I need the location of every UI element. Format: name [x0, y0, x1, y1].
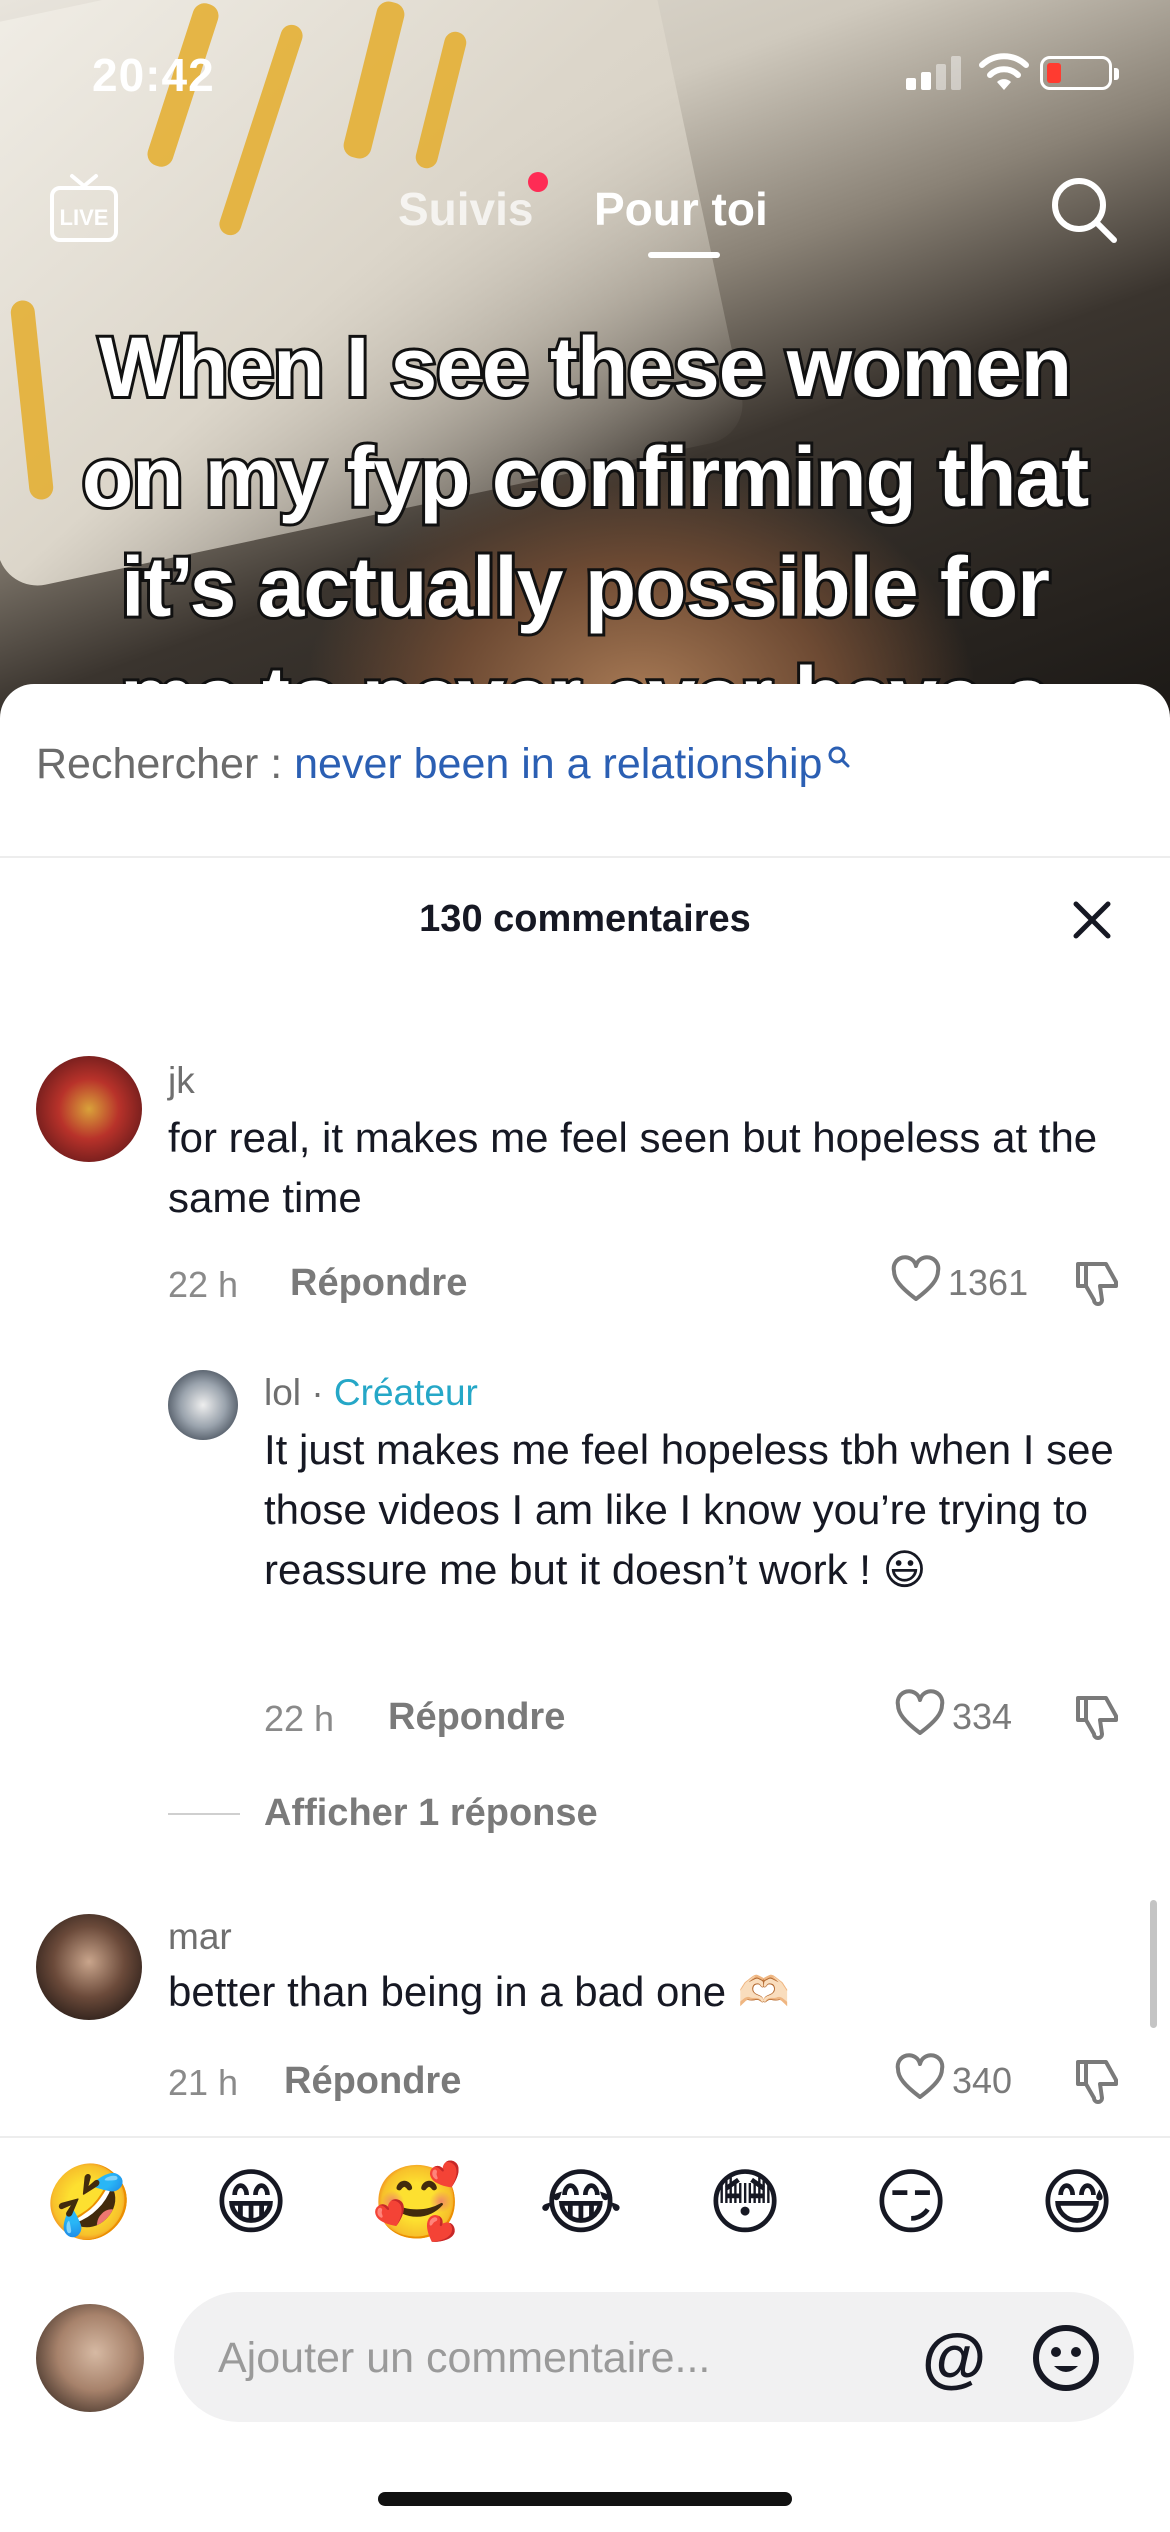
- live-label: LIVE: [60, 205, 109, 230]
- search-query[interactable]: never been in a relationship: [294, 740, 822, 788]
- comment-username[interactable]: jk: [168, 1060, 195, 1102]
- reply-button[interactable]: Répondre: [284, 2060, 461, 2103]
- close-icon[interactable]: [1068, 896, 1116, 944]
- home-indicator[interactable]: [378, 2492, 792, 2506]
- battery-icon: [1040, 56, 1119, 90]
- notification-dot: [528, 172, 548, 192]
- search-small-icon: [828, 746, 850, 768]
- dislike-icon[interactable]: [1070, 1688, 1124, 1742]
- show-replies-button[interactable]: Afficher 1 réponse: [168, 1792, 598, 1835]
- comment-input-row: Ajouter un commentaire... @: [0, 2292, 1170, 2442]
- like-button[interactable]: 1361: [890, 1254, 1040, 1310]
- emoji-picker-icon[interactable]: [1030, 2322, 1102, 2394]
- status-bar: 20:42: [0, 0, 1170, 150]
- badge-separator: ·: [311, 1372, 324, 1413]
- heart-icon: [895, 2053, 945, 2099]
- comment-input[interactable]: Ajouter un commentaire... @: [174, 2292, 1134, 2422]
- dislike-icon[interactable]: [1070, 1254, 1124, 1308]
- related-search-link[interactable]: Rechercher : never been in a relationshi…: [36, 740, 852, 789]
- tab-following[interactable]: Suivis: [398, 182, 534, 236]
- search-icon[interactable]: [1046, 172, 1122, 248]
- current-user-avatar: [36, 2304, 144, 2412]
- like-button[interactable]: 334: [894, 1688, 1044, 1744]
- active-tab-indicator: [648, 252, 720, 258]
- comment-input-placeholder: Ajouter un commentaire...: [218, 2334, 711, 2382]
- comment-time: 22 h: [264, 1698, 335, 1739]
- comment-time: 22 h: [168, 1264, 239, 1305]
- dislike-icon[interactable]: [1070, 2052, 1124, 2106]
- tab-for-you[interactable]: Pour toi: [594, 182, 768, 236]
- scrollbar[interactable]: [1150, 1900, 1157, 2028]
- show-replies-label: Afficher 1 réponse: [264, 1792, 598, 1834]
- heart-icon: [895, 1689, 945, 1735]
- like-count: 334: [952, 1696, 1013, 1737]
- comments-sheet: Rechercher : never been in a relationshi…: [0, 684, 1170, 2532]
- cellular-signal-icon: [906, 54, 962, 90]
- comment-time: 21 h: [168, 2062, 239, 2103]
- emoji-flushed-button[interactable]: 😳: [702, 2160, 788, 2246]
- mention-button[interactable]: @: [920, 2324, 988, 2392]
- emoji-rofl-button[interactable]: 🤣: [44, 2160, 134, 2246]
- like-button[interactable]: 340: [894, 2052, 1044, 2108]
- wifi-icon: [979, 53, 1029, 90]
- comment-text: better than being in a bad one 🫶🏻: [168, 1968, 791, 2015]
- emoji-sweat-smile-button[interactable]: 😅: [1034, 2160, 1120, 2246]
- reply-username[interactable]: lol: [264, 1372, 301, 1413]
- avatar[interactable]: [36, 1914, 142, 2020]
- avatar[interactable]: [168, 1370, 238, 1440]
- like-count: 340: [952, 2060, 1013, 2101]
- comment-username[interactable]: mar: [168, 1916, 232, 1958]
- status-time: 20:42: [92, 49, 215, 101]
- search-prefix: Rechercher :: [36, 740, 283, 788]
- like-count: 1361: [948, 1262, 1029, 1303]
- emoji-grin-button[interactable]: 😁: [208, 2160, 294, 2246]
- emoji-quick-bar: 🤣 😁 🥰 😂 😳 😏 😅: [0, 2136, 1170, 2256]
- caption-line: When I see these women: [96, 317, 1075, 417]
- caption-line: on my fyp confirming that: [79, 427, 1092, 527]
- creator-badge: Créateur: [333, 1372, 478, 1413]
- divider: [0, 856, 1170, 858]
- comment-text: for real, it makes me feel seen but hope…: [168, 1114, 1098, 1221]
- comment-text: It just makes me feel hopeless tbh when …: [264, 1426, 1114, 1593]
- emoji-smirk-button[interactable]: 😏: [868, 2160, 954, 2246]
- top-nav: LIVE Suivis Pour toi: [0, 160, 1170, 270]
- live-tv-icon[interactable]: LIVE: [46, 172, 122, 248]
- emoji-joy-button[interactable]: 😂: [538, 2160, 624, 2246]
- emoji-hearts-button[interactable]: 🥰: [372, 2160, 462, 2246]
- reply-button[interactable]: Répondre: [388, 1696, 565, 1739]
- comments-count-title: 130 commentaires: [419, 898, 751, 940]
- comment-username: lol · Créateur: [264, 1372, 478, 1414]
- replies-line: [168, 1812, 240, 1815]
- reply-button[interactable]: Répondre: [290, 1262, 467, 1305]
- avatar[interactable]: [36, 1056, 142, 1162]
- caption-line: it’s actually possible for: [118, 537, 1053, 637]
- heart-icon: [891, 1255, 941, 1301]
